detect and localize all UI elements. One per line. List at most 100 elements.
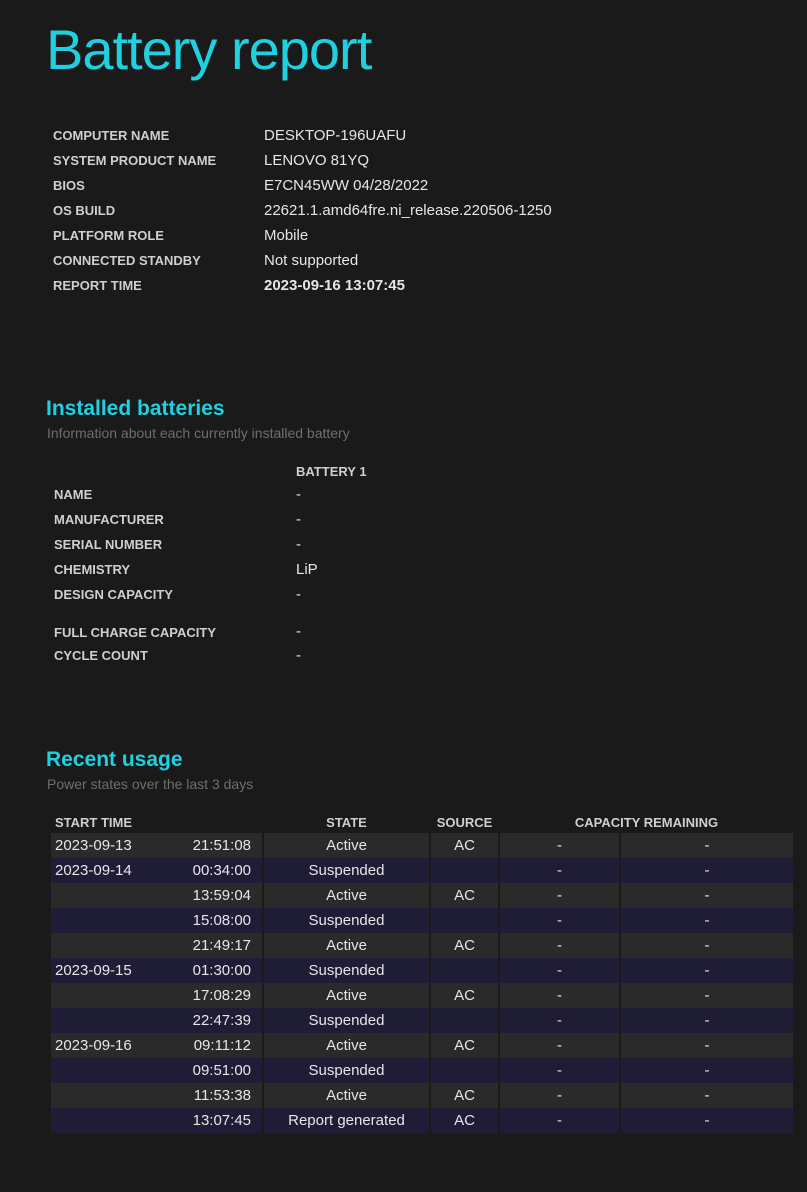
source-cell: AC — [431, 983, 498, 1008]
usage-header-row: START TIME STATE SOURCE CAPACITY REMAINI… — [51, 811, 793, 833]
battery-row: NAME - — [54, 482, 367, 507]
system-info-row: BIOS E7CN45WW 04/28/2022 — [53, 173, 552, 198]
state-cell: Active — [264, 1083, 429, 1108]
battery-row: FULL CHARGE CAPACITY - — [54, 607, 367, 643]
start-time-cell: 21:49:17 — [51, 933, 262, 958]
capacity-remaining-cell: - — [621, 883, 793, 908]
usage-row: 2023-09-15 01:30:00 Suspended - - — [51, 958, 793, 983]
start-time: 00:34:00 — [192, 862, 251, 879]
usage-row: 2023-09-13 21:51:08 Active AC - - — [51, 833, 793, 858]
capacity-remaining-cell: - — [621, 933, 793, 958]
capacity-remaining-cell: - — [500, 1008, 619, 1033]
usage-row: 13:59:04 Active AC - - — [51, 883, 793, 908]
battery-column-header: BATTERY 1 — [296, 463, 367, 479]
usage-row: 13:07:45 Report generated AC - - — [51, 1108, 793, 1133]
battery-value: - — [296, 647, 301, 664]
source-cell: AC — [431, 833, 498, 858]
installed-batteries-heading: Installed batteries — [46, 397, 225, 420]
system-info-value: DESKTOP-196UAFU — [264, 127, 407, 144]
battery-header-row: BATTERY 1 — [54, 460, 367, 482]
system-info-label: SYSTEM PRODUCT NAME — [53, 153, 217, 168]
start-time: 11:53:38 — [193, 1087, 251, 1104]
battery-row: SERIAL NUMBER - — [54, 532, 367, 557]
battery-label: CYCLE COUNT — [54, 648, 148, 663]
start-time-cell: 13:07:45 — [51, 1108, 262, 1133]
start-time: 09:51:00 — [192, 1062, 251, 1079]
state-cell: Suspended — [264, 958, 429, 983]
system-info-row: REPORT TIME 2023-09-16 13:07:45 — [53, 273, 552, 298]
start-time: 09:11:12 — [193, 1037, 251, 1054]
system-info-table: COMPUTER NAME DESKTOP-196UAFU SYSTEM PRO… — [53, 123, 552, 298]
capacity-remaining-cell: - — [500, 858, 619, 883]
source-cell — [431, 958, 498, 983]
capacity-remaining-cell: - — [500, 958, 619, 983]
capacity-remaining-cell: - — [500, 983, 619, 1008]
start-time: 22:47:39 — [192, 1012, 251, 1029]
capacity-remaining-cell: - — [500, 933, 619, 958]
recent-usage-subheading: Power states over the last 3 days — [47, 776, 254, 792]
state-cell: Suspended — [264, 908, 429, 933]
system-info-value: LENOVO 81YQ — [264, 152, 370, 169]
state-cell: Suspended — [264, 1058, 429, 1083]
report-time-value: 2023-09-16 13:07:45 — [264, 277, 405, 294]
capacity-remaining-header: CAPACITY REMAINING — [574, 814, 719, 830]
system-info-value: 22621.1.amd64fre.ni_release.220506-1250 — [264, 202, 552, 219]
battery-value: - — [296, 486, 301, 503]
start-time-header: START TIME — [55, 814, 133, 830]
battery-value: LiP — [296, 561, 318, 578]
capacity-remaining-cell: - — [621, 983, 793, 1008]
state-cell: Active — [264, 933, 429, 958]
battery-label: SERIAL NUMBER — [54, 537, 163, 552]
state-cell: Suspended — [264, 1008, 429, 1033]
state-cell: Active — [264, 833, 429, 858]
installed-batteries-subheading: Information about each currently install… — [47, 425, 350, 441]
system-info-value: Mobile — [264, 227, 309, 244]
recent-usage-heading: Recent usage — [46, 748, 183, 771]
usage-row: 2023-09-16 09:11:12 Active AC - - — [51, 1033, 793, 1058]
system-info-value: E7CN45WW 04/28/2022 — [264, 177, 429, 194]
start-date: 2023-09-15 — [55, 962, 132, 979]
capacity-remaining-cell: - — [500, 1108, 619, 1133]
system-info-row: PLATFORM ROLE Mobile — [53, 223, 552, 248]
state-cell: Report generated — [264, 1108, 429, 1133]
capacity-remaining-cell: - — [500, 1033, 619, 1058]
recent-usage-table: START TIME STATE SOURCE CAPACITY REMAINI… — [49, 811, 795, 1133]
state-header: STATE — [326, 814, 367, 830]
state-cell: Active — [264, 1033, 429, 1058]
usage-row: 22:47:39 Suspended - - — [51, 1008, 793, 1033]
start-time-cell: 2023-09-14 00:34:00 — [51, 858, 262, 883]
start-time-cell: 09:51:00 — [51, 1058, 262, 1083]
usage-row: 09:51:00 Suspended - - — [51, 1058, 793, 1083]
battery-header-blank — [54, 460, 296, 482]
start-time: 13:59:04 — [192, 887, 251, 904]
capacity-remaining-cell: - — [621, 1083, 793, 1108]
capacity-remaining-cell: - — [500, 908, 619, 933]
state-cell: Suspended — [264, 858, 429, 883]
start-time-cell: 2023-09-13 21:51:08 — [51, 833, 262, 858]
source-header: SOURCE — [436, 814, 493, 830]
source-cell: AC — [431, 883, 498, 908]
usage-row: 15:08:00 Suspended - - — [51, 908, 793, 933]
battery-value: - — [296, 536, 301, 553]
system-info-row: CONNECTED STANDBY Not supported — [53, 248, 552, 273]
start-time-cell: 2023-09-15 01:30:00 — [51, 958, 262, 983]
capacity-remaining-cell: - — [621, 908, 793, 933]
source-cell: AC — [431, 933, 498, 958]
installed-batteries-table: BATTERY 1 NAME - MANUFACTURER - SERIAL N… — [54, 460, 367, 668]
source-cell: AC — [431, 1033, 498, 1058]
state-cell: Active — [264, 883, 429, 908]
start-time-cell: 15:08:00 — [51, 908, 262, 933]
system-info-label: BIOS — [53, 178, 85, 193]
start-date: 2023-09-14 — [55, 862, 132, 879]
source-cell — [431, 1008, 498, 1033]
usage-row: 21:49:17 Active AC - - — [51, 933, 793, 958]
start-time-cell: 17:08:29 — [51, 983, 262, 1008]
battery-row: CHEMISTRY LiP — [54, 557, 367, 582]
start-time-cell: 2023-09-16 09:11:12 — [51, 1033, 262, 1058]
capacity-remaining-cell: - — [621, 958, 793, 983]
capacity-remaining-cell: - — [621, 1008, 793, 1033]
system-info-value: Not supported — [264, 252, 359, 269]
battery-label: MANUFACTURER — [54, 512, 164, 527]
start-date: 2023-09-13 — [55, 837, 132, 854]
usage-row: 11:53:38 Active AC - - — [51, 1083, 793, 1108]
